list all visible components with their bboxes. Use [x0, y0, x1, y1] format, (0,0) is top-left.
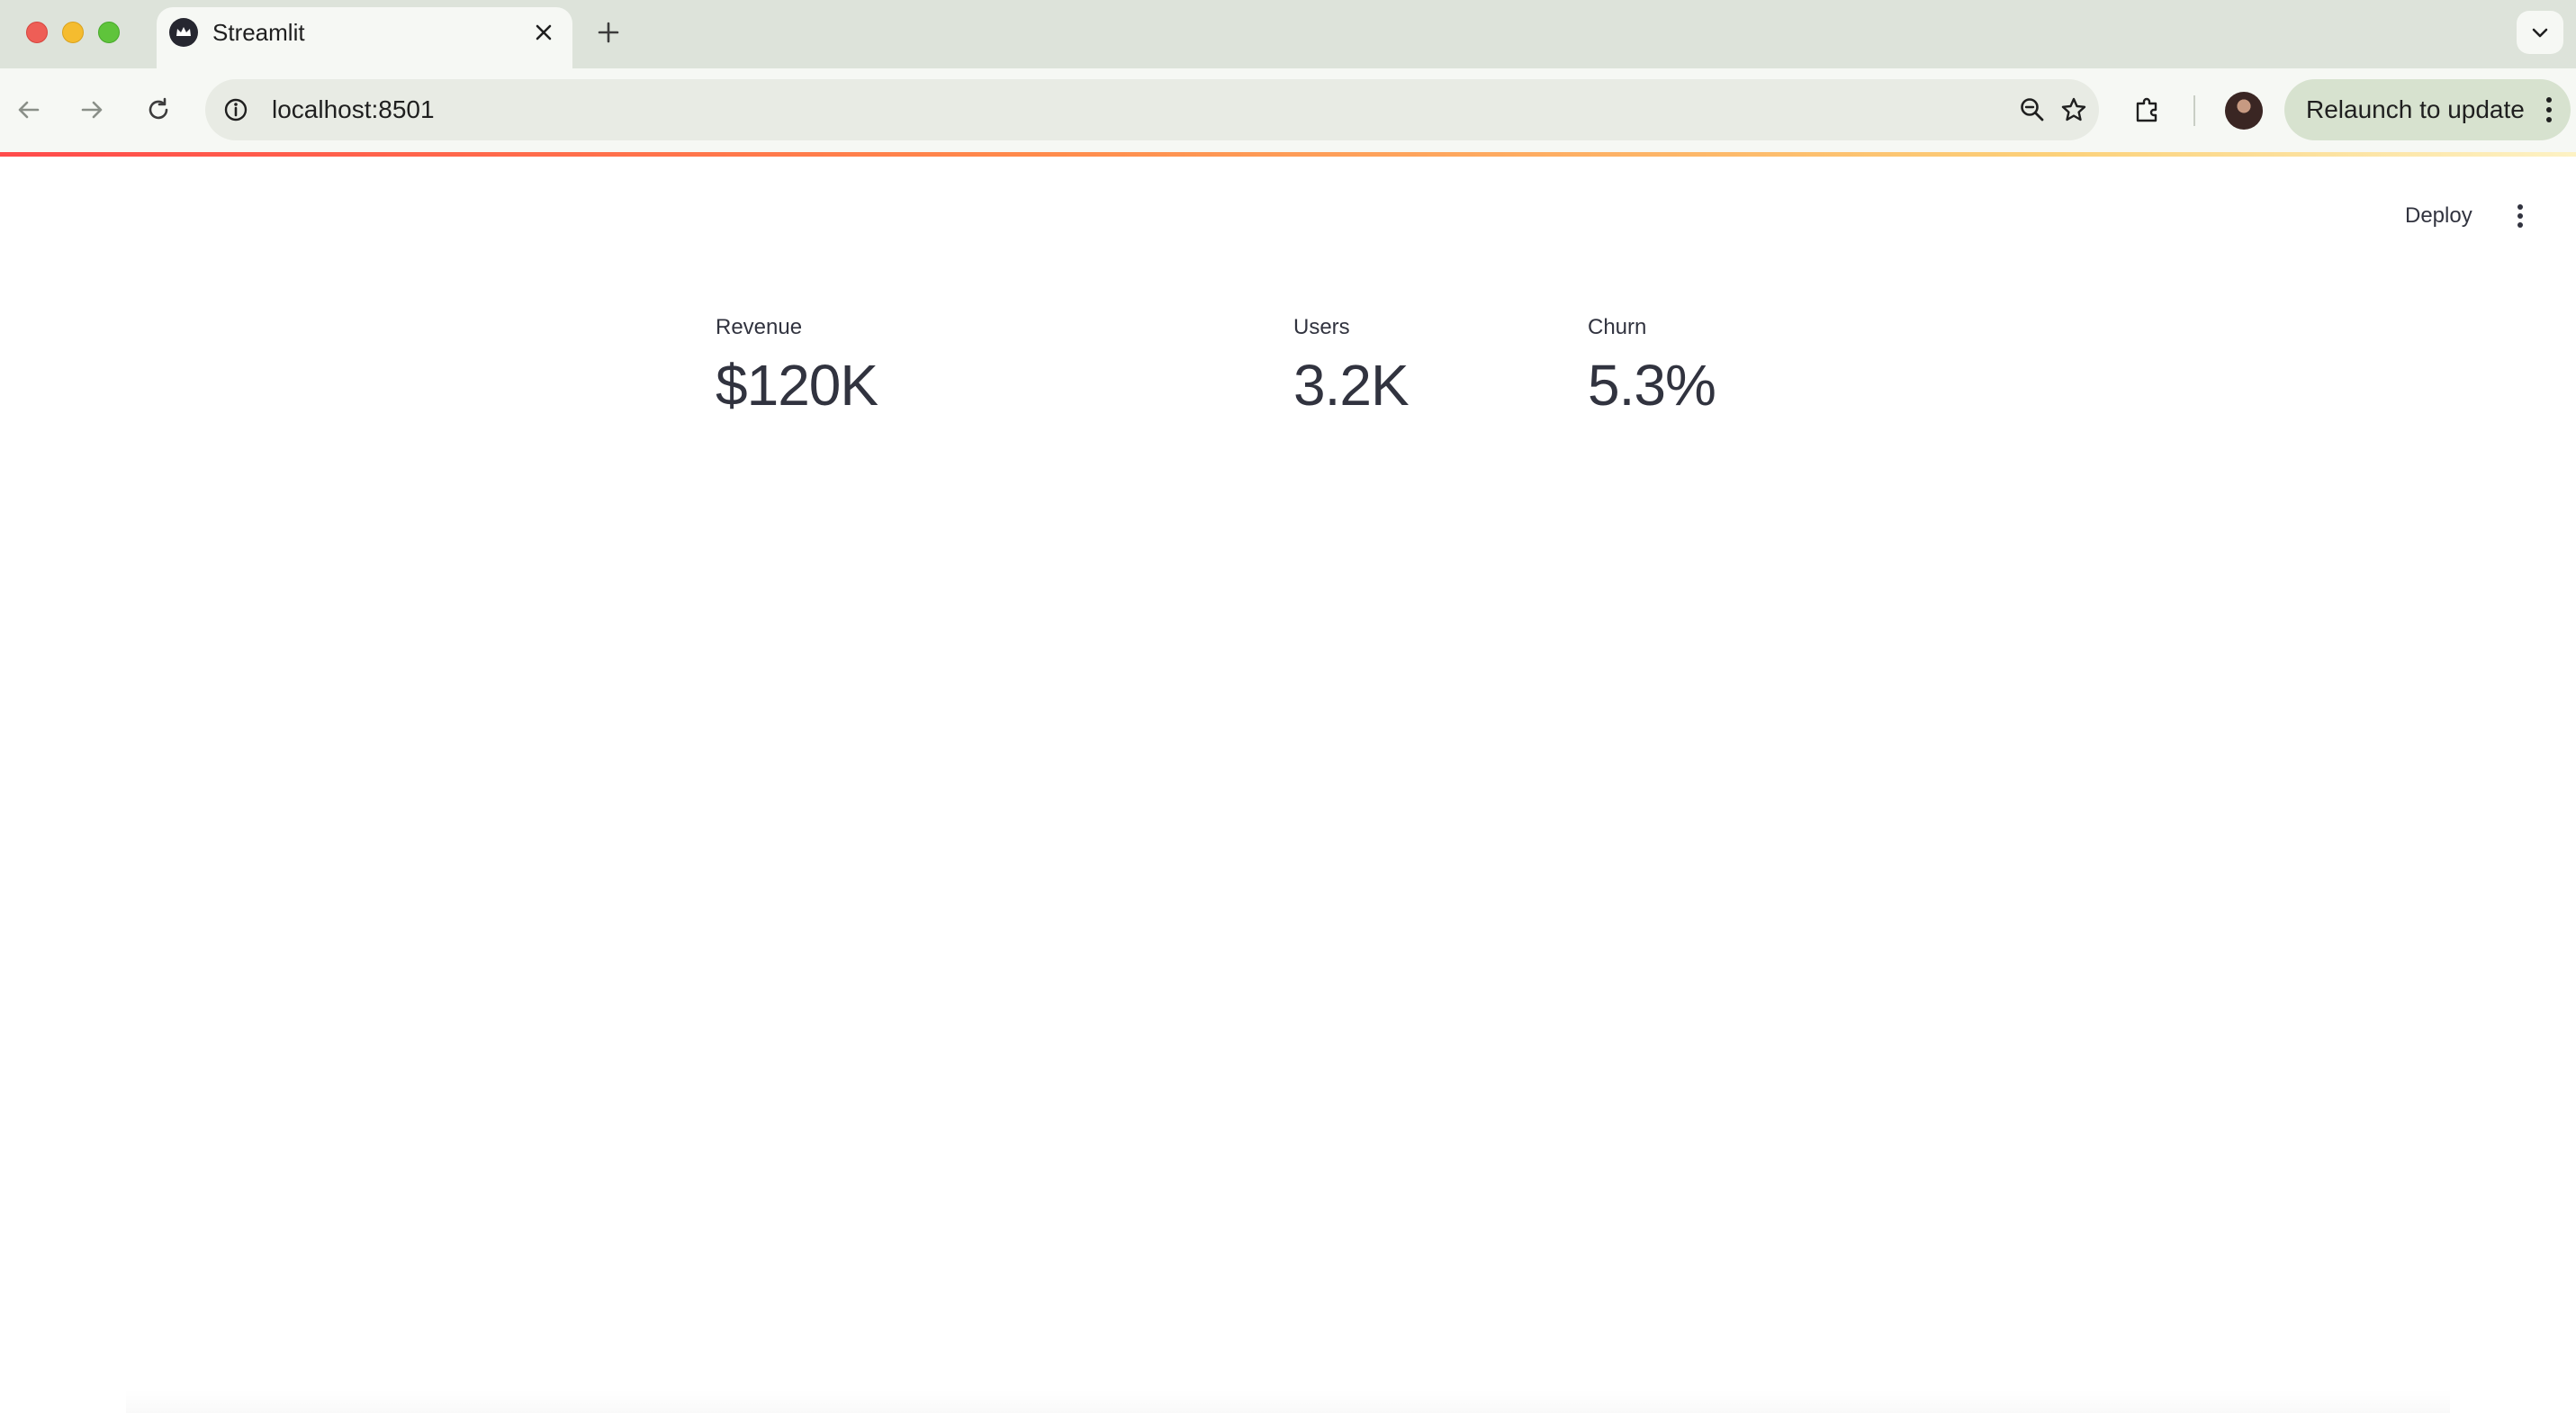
window-minimize-button[interactable] — [62, 22, 84, 43]
metric-churn: Churn 5.3% — [1588, 313, 1716, 419]
profile-avatar[interactable] — [2225, 92, 2263, 130]
browser-chrome: Streamlit localhost:8501 Relaunch to upd… — [0, 0, 2576, 153]
tab-title: Streamlit — [212, 19, 305, 46]
extensions-puzzle-icon[interactable] — [2128, 90, 2167, 130]
main-menu-button[interactable] — [2502, 194, 2538, 238]
browser-tab[interactable]: Streamlit — [157, 7, 572, 68]
toolbar-divider — [2193, 95, 2195, 126]
window-close-button[interactable] — [26, 22, 48, 43]
metric-value: 3.2K — [1293, 353, 1410, 418]
metric-label: Users — [1293, 315, 1350, 339]
arrow-left-icon — [18, 101, 40, 119]
relaunch-label: Relaunch to update — [2306, 95, 2525, 123]
tab-strip: Streamlit — [0, 0, 2576, 68]
browser-toolbar: localhost:8501 Relaunch to update — [0, 68, 2576, 153]
metric-value: 5.3% — [1588, 353, 1716, 418]
deploy-button[interactable]: Deploy — [2387, 191, 2490, 241]
chevron-down-icon — [2532, 28, 2548, 38]
kebab-menu-icon — [2540, 92, 2558, 128]
arrow-right-icon — [81, 101, 103, 119]
new-tab-button[interactable] — [590, 14, 626, 50]
forward-button[interactable] — [74, 92, 110, 128]
plus-icon — [598, 22, 619, 43]
reload-button[interactable] — [140, 92, 176, 128]
window-zoom-button[interactable] — [98, 22, 120, 43]
metric-revenue: Revenue $120K — [716, 313, 878, 419]
bottom-fade — [126, 1390, 2450, 1413]
kebab-menu-icon — [2517, 204, 2523, 228]
tab-close-icon[interactable] — [527, 16, 560, 49]
relaunch-to-update-button[interactable]: Relaunch to update — [2284, 79, 2571, 140]
bookmark-star-icon[interactable] — [2056, 92, 2092, 128]
zoom-icon[interactable] — [2014, 92, 2050, 128]
metric-label: Revenue — [716, 315, 803, 339]
reload-icon — [149, 97, 168, 120]
metric-value: $120K — [716, 353, 878, 418]
tab-search-button[interactable] — [2517, 11, 2563, 54]
site-info-icon[interactable] — [220, 94, 252, 126]
metric-users: Users 3.2K — [1293, 313, 1410, 419]
streamlit-crown-icon — [169, 18, 198, 47]
address-bar[interactable]: localhost:8501 — [205, 79, 2099, 140]
streamlit-app: Deploy Revenue $120K Users 3.2K Churn 5.… — [0, 157, 2576, 1413]
metric-label: Churn — [1588, 315, 1647, 339]
url-text: localhost:8501 — [272, 95, 435, 123]
back-button[interactable] — [11, 92, 47, 128]
